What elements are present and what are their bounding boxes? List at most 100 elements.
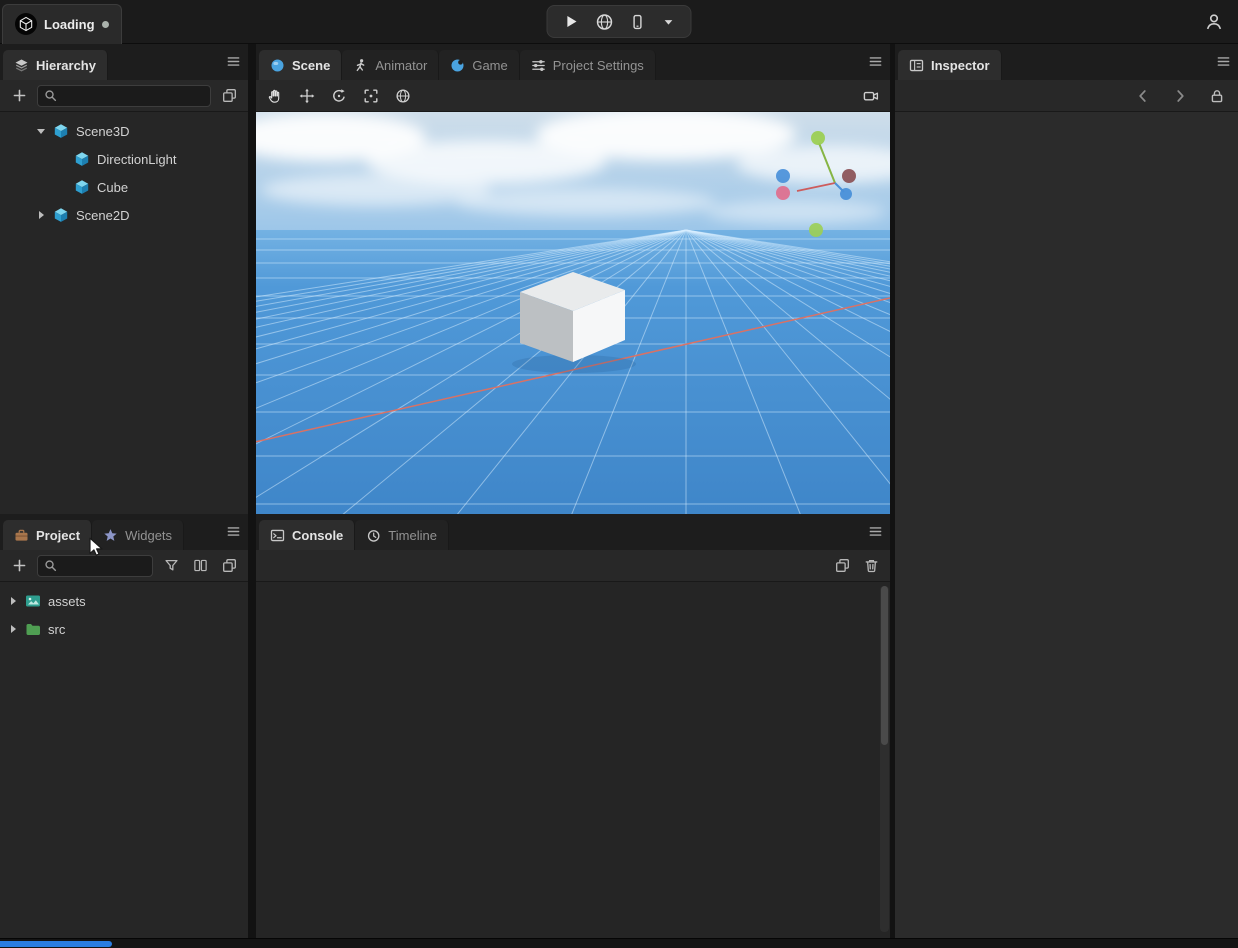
console-menu-button[interactable] (868, 524, 883, 539)
project-add-button[interactable] (8, 555, 30, 577)
move-tool-icon (299, 88, 315, 103)
split-view-icon (193, 559, 207, 572)
app-logo-icon (19, 16, 33, 32)
game-tab-icon (451, 59, 464, 71)
project-tabstrip: Project Widgets (0, 514, 248, 550)
inspector-lock-button[interactable] (1206, 85, 1228, 107)
console-panel: Console Timeline (256, 514, 890, 938)
project-item-assets[interactable]: assets (0, 587, 248, 615)
cube-node-icon (54, 208, 68, 222)
hierarchy-tree: Scene3D DirectionLight Cube Scene2D (0, 112, 248, 514)
tab-timeline-label: Timeline (388, 527, 437, 543)
inspector-back-button[interactable] (1132, 85, 1154, 107)
panel-menu-icon (227, 527, 240, 536)
hierarchy-search-input[interactable] (62, 88, 204, 103)
scene-toolbar (256, 80, 890, 112)
camera-preview-button[interactable] (860, 85, 882, 107)
status-bar (0, 938, 1238, 948)
node-label: Scene3D (76, 123, 130, 139)
hierarchy-item-directionlight[interactable]: DirectionLight (0, 145, 248, 173)
collapse-chevron-icon[interactable] (36, 128, 46, 134)
animator-tab-icon (356, 58, 365, 71)
tab-scene[interactable]: Scene (259, 50, 343, 80)
expand-chevron-icon[interactable] (36, 211, 46, 219)
play-controls (546, 5, 692, 38)
preview-web-button[interactable] (594, 11, 616, 33)
cube-node-icon (54, 124, 68, 138)
gizmo-tool-button[interactable] (392, 85, 414, 107)
tab-widgets[interactable]: Widgets (92, 520, 185, 550)
project-panel: Project Widgets assets src (0, 514, 248, 938)
viewport-render (256, 112, 890, 514)
inspector-forward-button[interactable] (1169, 85, 1191, 107)
scene-menu-button[interactable] (868, 54, 883, 69)
preview-device-button[interactable] (628, 12, 648, 32)
tab-hierarchy[interactable]: Hierarchy (3, 50, 108, 80)
project-settings-tab-icon (531, 59, 545, 71)
move-tool-button[interactable] (296, 85, 318, 107)
scene-viewport[interactable] (256, 112, 890, 514)
rotate-tool-icon (333, 88, 345, 102)
project-tab[interactable]: Loading (2, 3, 122, 44)
project-duplicate-button[interactable] (218, 555, 240, 577)
scene-tabstrip: Scene Animator Game Project Settings (256, 44, 890, 80)
lock-icon (1211, 89, 1223, 102)
project-tab-icon (15, 529, 28, 541)
console-scrollbar[interactable] (880, 586, 889, 932)
hierarchy-item-scene3d[interactable]: Scene3D (0, 117, 248, 145)
inspector-menu-button[interactable] (1216, 54, 1231, 69)
assets-folder-icon (26, 595, 40, 607)
tab-project-settings-label: Project Settings (552, 57, 644, 73)
project-name: Loading (44, 16, 95, 32)
panel-menu-icon (1217, 57, 1230, 66)
pan-tool-button[interactable] (264, 85, 286, 107)
tab-timeline[interactable]: Timeline (355, 520, 449, 550)
project-search-input[interactable] (62, 558, 146, 573)
scene-panel: Scene Animator Game Project Settings (256, 44, 890, 514)
tab-project[interactable]: Project (3, 520, 93, 550)
tab-console[interactable]: Console (259, 520, 356, 550)
cube-node-icon (75, 180, 89, 194)
copy-icon (222, 559, 236, 572)
expand-chevron-icon[interactable] (8, 597, 18, 605)
search-icon (45, 560, 57, 572)
tab-hierarchy-label: Hierarchy (36, 57, 96, 73)
project-filter-button[interactable] (160, 555, 182, 577)
hierarchy-item-scene2d[interactable]: Scene2D (0, 201, 248, 229)
scrollbar-thumb[interactable] (881, 586, 888, 746)
user-icon (1206, 13, 1222, 29)
project-item-src[interactable]: src (0, 615, 248, 643)
inspector-panel: Inspector (895, 44, 1238, 938)
inspector-content (895, 112, 1238, 938)
play-options-dropdown[interactable] (660, 13, 678, 31)
forward-icon (1177, 89, 1184, 102)
project-menu-button[interactable] (226, 524, 241, 539)
project-search (37, 554, 153, 577)
tab-animator[interactable]: Animator (342, 50, 440, 80)
widgets-tab-icon (104, 528, 117, 541)
console-copy-button[interactable] (831, 555, 853, 577)
tab-inspector[interactable]: Inspector (898, 50, 1002, 80)
user-avatar-button[interactable] (1202, 10, 1226, 34)
hierarchy-item-cube[interactable]: Cube (0, 173, 248, 201)
play-icon (567, 15, 577, 28)
tab-game[interactable]: Game (439, 50, 520, 80)
play-button[interactable] (561, 11, 582, 32)
frame-tool-button[interactable] (360, 85, 382, 107)
node-label: DirectionLight (97, 151, 177, 167)
console-clear-button[interactable] (860, 555, 882, 577)
expand-chevron-icon[interactable] (8, 625, 18, 633)
hierarchy-add-button[interactable] (8, 85, 30, 107)
modified-dot-icon (101, 20, 109, 28)
pan-tool-icon (268, 89, 280, 103)
back-icon (1139, 89, 1146, 102)
frame-tool-icon (364, 89, 378, 102)
node-label: Scene2D (76, 207, 130, 223)
tab-project-settings[interactable]: Project Settings (519, 50, 656, 80)
rotate-tool-button[interactable] (328, 85, 350, 107)
topbar: Loading (0, 0, 1238, 44)
tab-project-label: Project (36, 527, 81, 543)
hierarchy-menu-button[interactable] (226, 54, 241, 69)
project-split-view-button[interactable] (189, 555, 211, 577)
hierarchy-duplicate-button[interactable] (218, 85, 240, 107)
